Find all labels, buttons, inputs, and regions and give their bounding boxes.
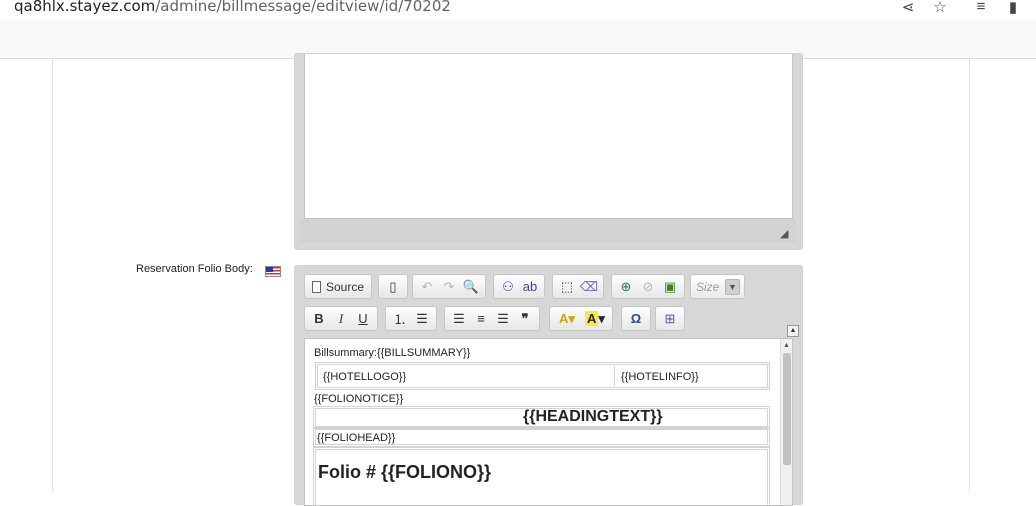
background-color-button[interactable]: A ▾ bbox=[581, 309, 609, 329]
source-icon bbox=[312, 280, 321, 293]
scroll-up-icon[interactable]: ▲ bbox=[783, 342, 790, 349]
url-path: /admine/billmessage/editview/id/70202 bbox=[155, 0, 451, 15]
toolbar-group-special: Ω bbox=[621, 306, 651, 331]
content-border bbox=[52, 59, 53, 491]
toolbar-group-align: ☰ ≡ ☰ ❞ bbox=[444, 306, 540, 331]
align-left-button[interactable]: ☰ bbox=[448, 309, 470, 329]
special-char-button[interactable]: Ω bbox=[625, 309, 647, 329]
folio-notice-text: {{FOLIONOTICE}} bbox=[314, 393, 404, 405]
toolbar-group-undo: ↶ ↷ 🔍 bbox=[412, 274, 486, 299]
us-flag-icon bbox=[265, 266, 281, 277]
toolbar-group-blocks: ⊞ bbox=[655, 306, 685, 331]
resize-handle-icon[interactable]: ◢ bbox=[780, 228, 792, 240]
toolbar-group-find: ⚇ ab bbox=[493, 274, 545, 299]
font-size-select[interactable]: Size ▼ bbox=[690, 274, 745, 299]
bold-button[interactable]: B bbox=[308, 309, 330, 329]
toolbar-group-page: ▯ bbox=[378, 274, 408, 299]
preview-button[interactable]: 🔍 bbox=[460, 277, 482, 297]
italic-button[interactable]: I bbox=[330, 309, 352, 329]
toolbar-group-colors: A▾ A ▾ bbox=[549, 306, 613, 331]
toolbar-group-document: Source bbox=[304, 274, 373, 299]
redo-button[interactable]: ↷ bbox=[438, 277, 460, 297]
bulleted-list-button[interactable]: ☰ bbox=[411, 309, 433, 329]
previous-editor-footer: ◢ bbox=[301, 219, 796, 243]
header-table: {{HOTELLOGO}} {{HOTELINFO}} bbox=[315, 362, 770, 390]
heading-table: {{HEADINGTEXT}} bbox=[313, 406, 770, 429]
remove-format-button[interactable]: ⌫ bbox=[578, 277, 600, 297]
numbered-list-button[interactable]: ⒈ bbox=[389, 309, 411, 329]
unlink-button[interactable]: ⊘ bbox=[637, 277, 659, 297]
share-icon[interactable]: ⋖ bbox=[898, 0, 918, 18]
source-label: Source bbox=[326, 279, 365, 294]
address-bar[interactable]: qa8hlx.stayez.com/admine/billmessage/edi… bbox=[0, 0, 1036, 20]
scrollbar-thumb[interactable] bbox=[783, 353, 791, 465]
editor-scrollbar[interactable]: ▲ bbox=[780, 339, 792, 505]
hotel-logo-cell: {{HOTELLOGO}} bbox=[323, 371, 407, 383]
folio-head-table: {{FOLIOHEAD}} bbox=[313, 427, 770, 447]
link-button[interactable]: ⊕ bbox=[615, 277, 637, 297]
image-button[interactable]: ▣ bbox=[659, 277, 681, 297]
heading-text: {{HEADINGTEXT}} bbox=[523, 408, 663, 425]
blockquote-button[interactable]: ❞ bbox=[514, 309, 536, 329]
font-size-placeholder: Size bbox=[696, 280, 720, 294]
url-text[interactable]: qa8hlx.stayez.com/admine/billmessage/edi… bbox=[14, 0, 451, 15]
chevron-down-icon: ▼ bbox=[725, 279, 740, 295]
reading-list-icon[interactable]: ≡ bbox=[971, 0, 991, 18]
side-panel-icon[interactable]: ▮ bbox=[1003, 0, 1023, 18]
url-host: qa8hlx.stayez.com bbox=[14, 0, 156, 15]
text-color-button[interactable]: A▾ bbox=[553, 309, 581, 329]
star-icon[interactable]: ☆ bbox=[930, 0, 950, 18]
folio-number-table: Folio # {{FOLIONO}} bbox=[313, 447, 770, 505]
toolbar-group-lists: ⒈ ☰ bbox=[385, 306, 437, 331]
underline-button[interactable]: U bbox=[352, 309, 374, 329]
field-label: Reservation Folio Body: bbox=[136, 263, 253, 275]
new-page-button[interactable]: ▯ bbox=[382, 277, 404, 297]
undo-button[interactable]: ↶ bbox=[416, 277, 438, 297]
browser-chrome: qa8hlx.stayez.com/admine/billmessage/edi… bbox=[0, 0, 1036, 59]
replace-button[interactable]: ab bbox=[519, 277, 541, 297]
toolbar-group-insert: ⊕ ⊘ ▣ bbox=[611, 274, 685, 299]
table-cell-divider bbox=[614, 365, 615, 387]
toolbar-group-select: ⬚ ⌫ bbox=[552, 274, 604, 299]
source-button[interactable]: Source bbox=[308, 277, 368, 297]
page-content: ◢ Reservation Folio Body: Source ▯ ↶ ↷ 🔍… bbox=[0, 53, 1036, 506]
align-right-button[interactable]: ☰ bbox=[492, 309, 514, 329]
previous-editor: ◢ bbox=[294, 53, 803, 250]
content-border bbox=[969, 59, 970, 491]
show-blocks-button[interactable]: ⊞ bbox=[659, 309, 681, 329]
align-center-button[interactable]: ≡ bbox=[470, 309, 492, 329]
find-button[interactable]: ⚇ bbox=[497, 277, 519, 297]
collapse-toolbar-button[interactable]: ▲ bbox=[787, 325, 799, 337]
previous-editor-area[interactable] bbox=[304, 54, 793, 219]
hotel-info-cell: {{HOTELINFO}} bbox=[621, 371, 699, 383]
folio-body-editor: Source ▯ ↶ ↷ 🔍 ⚇ ab ⬚ ⌫ ⊕ ⊘ ▣ Size ▼ B I… bbox=[294, 265, 803, 506]
bill-summary-text: Billsummary:{{BILLSUMMARY}} bbox=[314, 347, 471, 359]
toolbar-group-basic: B I U bbox=[304, 306, 378, 331]
editor-toolbar: Source ▯ ↶ ↷ 🔍 ⚇ ab ⬚ ⌫ ⊕ ⊘ ▣ Size ▼ B I… bbox=[303, 270, 799, 338]
folio-head-text: {{FOLIOHEAD}} bbox=[317, 432, 396, 444]
folio-number-text: Folio # {{FOLIONO}} bbox=[318, 462, 492, 482]
editor-body[interactable]: Billsummary:{{BILLSUMMARY}} {{HOTELLOGO}… bbox=[304, 338, 793, 506]
select-all-button[interactable]: ⬚ bbox=[556, 277, 578, 297]
